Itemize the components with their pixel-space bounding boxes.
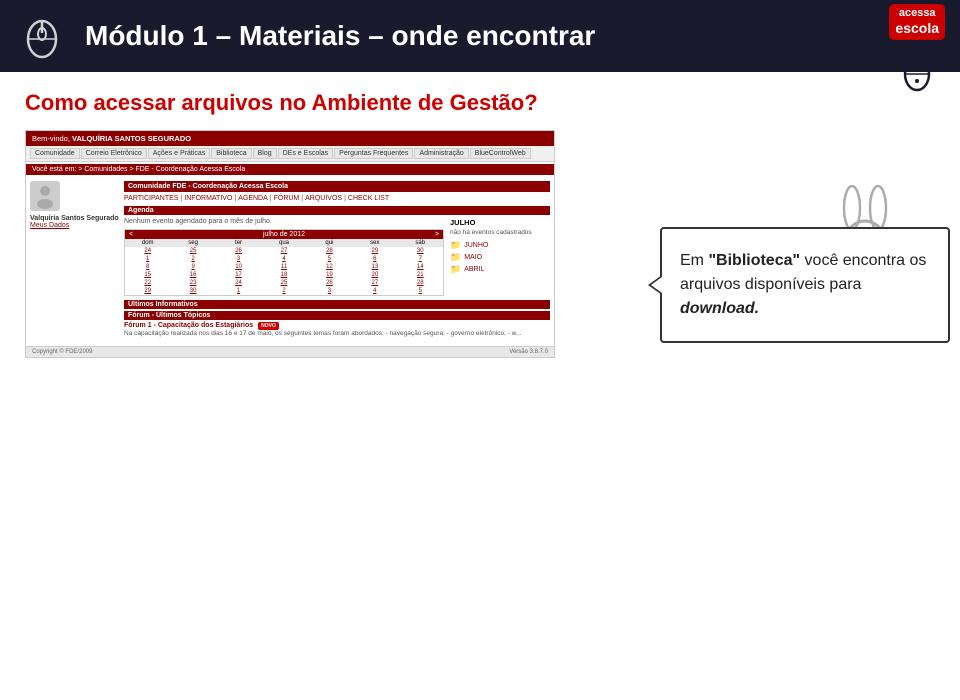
sc-month-junho-label: JUNHO (464, 242, 488, 249)
sc-cal-grid: 24 25 26 27 28 29 30 1 2 3 (125, 247, 443, 295)
sc-forum-title: Fórum - Últimos Tópicos (124, 311, 550, 320)
sc-subnav-forum[interactable]: FÓRUM (274, 195, 300, 202)
sc-nav-des[interactable]: DEs e Escolas (278, 148, 334, 159)
sc-folder-abril-icon: 📁 (450, 264, 461, 275)
sc-forum-item-text: Na capacitação realizada nos dias 16 e 1… (124, 330, 550, 338)
sc-agenda-body: Nenhum evento agendado para o mês de jul… (124, 218, 550, 296)
sc-forum-item-title[interactable]: Fórum 1 - Capacitação dos Estagiários NO… (124, 322, 550, 329)
sc-forum-item-title-text: Fórum 1 - Capacitação dos Estagiários (124, 322, 253, 329)
sc-subnav-arquivos[interactable]: ARQUIVOS (305, 195, 342, 202)
logo-line1: acessa (895, 7, 939, 20)
sc-nav-blue[interactable]: BlueControlWeb (470, 148, 531, 159)
sc-community-title: Comunidade FDE - Coordenação Acessa Esco… (124, 181, 550, 192)
sc-footer-version: Versão 3.8.7.0 (509, 349, 548, 355)
sc-footer-copyright: Copyright © FDE/2009 (32, 349, 92, 355)
main-content: Como acessar arquivos no Ambiente de Ges… (0, 72, 960, 358)
sc-breadcrumb: Você está em: > Comunidades > FDE - Coor… (26, 164, 554, 175)
sc-nav-admin[interactable]: Administração (414, 148, 468, 159)
sc-nav-biblioteca[interactable]: Biblioteca (211, 148, 251, 159)
sc-month-abril-label: ABRIL (464, 266, 484, 273)
sc-nav-comunidade[interactable]: Comunidade (30, 148, 80, 159)
sc-julho-right: JULHO não há eventos cadastrados 📁 JUNHO… (450, 218, 550, 296)
sc-main-area: Valquíria Santos Segurado Meus Dados Com… (26, 177, 554, 342)
sc-month-maio[interactable]: 📁 MAIO (450, 252, 550, 263)
sc-folder-junho-icon: 📁 (450, 240, 461, 251)
sc-sidebar-username: Valquíria Santos Segurado (30, 215, 120, 222)
sc-content: Comunidade FDE - Coordenação Acessa Esco… (124, 181, 550, 338)
screenshot-container: Bem-vindo, VALQUÍRIA SANTOS SEGURADO Com… (25, 130, 555, 358)
sc-month-abril[interactable]: 📁 ABRIL (450, 264, 550, 275)
sc-cal-days: dom seg ter qua qui sex sáb (125, 239, 443, 247)
sc-nav-correio[interactable]: Correio Eletrônico (81, 148, 147, 159)
browser-screen: Bem-vindo, VALQUÍRIA SANTOS SEGURADO Com… (26, 131, 554, 357)
sc-cal-prev[interactable]: < (129, 231, 133, 238)
question-title: Como acessar arquivos no Ambiente de Ges… (25, 90, 935, 116)
sc-cal-header: < julho de 2012 > (125, 230, 443, 239)
callout-box: Em "Biblioteca" você encontra os arquivo… (660, 227, 950, 343)
sc-julho-text: não há eventos cadastrados (450, 229, 550, 236)
sc-forum-badge: NOVO (258, 322, 279, 330)
sc-subnav: PARTICIPANTES | INFORMATIVO | AGENDA | F… (124, 195, 550, 202)
sc-agenda-text: Nenhum evento agendado para o mês de jul… (124, 218, 444, 225)
sc-subnav-agenda[interactable]: AGENDA (238, 195, 268, 202)
sc-nav-acoes[interactable]: Ações e Práticas (148, 148, 211, 159)
sc-nav-perguntas[interactable]: Perguntas Frequentes (334, 148, 413, 159)
header-bar: Módulo 1 – Materiais – onde encontrar ac… (0, 0, 960, 72)
sc-julho-title: JULHO (450, 218, 550, 227)
page-title: Módulo 1 – Materiais – onde encontrar (85, 20, 595, 52)
sc-subnav-participantes[interactable]: PARTICIPANTES (124, 195, 178, 202)
sc-welcome: Bem-vindo, VALQUÍRIA SANTOS SEGURADO (32, 134, 191, 143)
sc-meus-dados[interactable]: Meus Dados (30, 222, 120, 229)
sc-topbar: Bem-vindo, VALQUÍRIA SANTOS SEGURADO (26, 131, 554, 146)
logo-badge: acessa escola (889, 4, 945, 40)
logo-line2: escola (895, 20, 939, 37)
mouse-icon (20, 11, 65, 61)
sc-calendar: < julho de 2012 > dom seg ter qua qui (124, 229, 444, 296)
sc-agenda-title: Agenda (124, 206, 550, 215)
sc-month-junho[interactable]: 📁 JUNHO (450, 240, 550, 251)
sc-informativos: Últimos Informativos (124, 300, 550, 309)
sc-nav: Comunidade Correio Eletrônico Ações e Pr… (26, 146, 554, 162)
sc-breadcrumb-link[interactable]: > Comunidades > FDE - Coordenação Acessa… (78, 166, 245, 173)
sc-subnav-informativo[interactable]: INFORMATIVO (184, 195, 232, 202)
sc-footer: Copyright © FDE/2009 Versão 3.8.7.0 (26, 346, 554, 357)
sc-month-maio-label: MAIO (464, 254, 482, 261)
sc-nav-blog[interactable]: Blog (253, 148, 277, 159)
sc-sidebar: Valquíria Santos Segurado Meus Dados (30, 181, 120, 338)
sc-subnav-checklist[interactable]: CHECK LIST (348, 195, 389, 202)
sc-voce-esta: Você está em: (32, 166, 78, 173)
sc-folder-maio-icon: 📁 (450, 252, 461, 263)
callout-arrow-fill (651, 277, 662, 293)
sc-avatar (30, 181, 60, 211)
sc-agenda-left: Nenhum evento agendado para o mês de jul… (124, 218, 444, 296)
sc-cal-next[interactable]: > (435, 231, 439, 238)
sc-cal-month-year: julho de 2012 (263, 231, 305, 238)
